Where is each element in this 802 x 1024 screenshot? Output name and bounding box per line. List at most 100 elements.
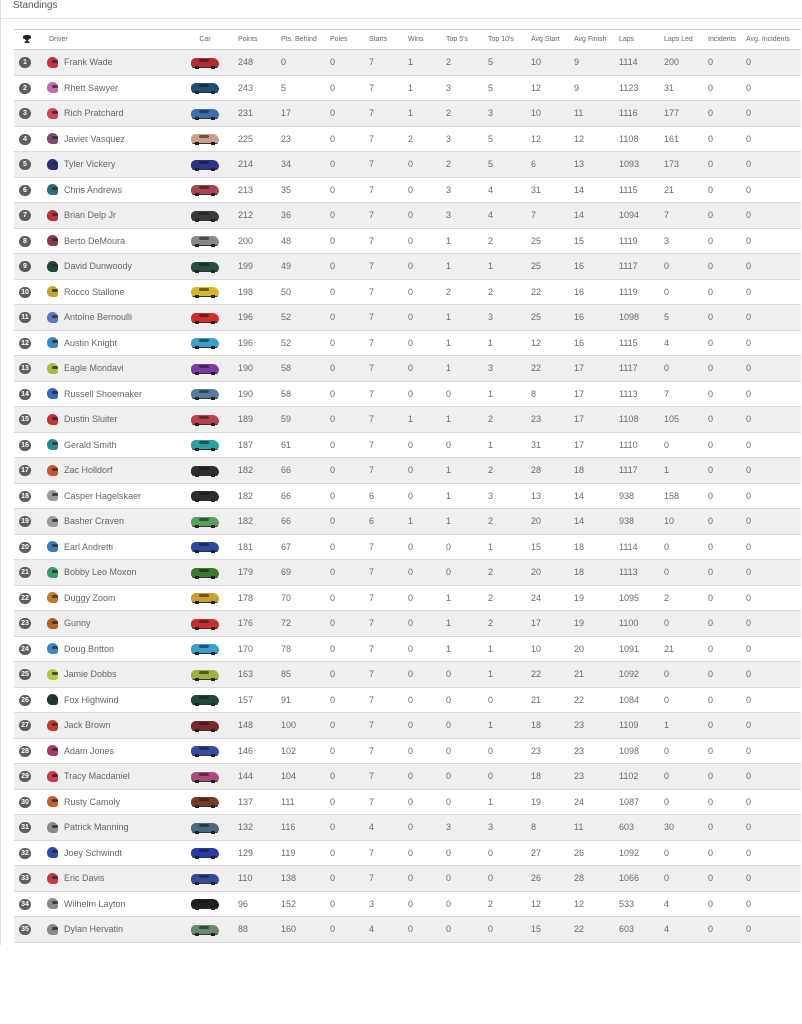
table-row[interactable]: 13 Eagle Mondavi 190 58 0 7 0 1 3 22 17 1117 0 0 0	[14, 355, 801, 381]
driver-name[interactable]: Adam Jones	[64, 746, 114, 756]
laps-led-cell: 10	[664, 516, 675, 527]
col-top5[interactable]: Top 5's	[446, 30, 488, 50]
col-avg-incidents[interactable]: Avg. Incidents	[746, 30, 801, 50]
col-starts[interactable]: Starts	[369, 30, 408, 50]
panel-header: Standings	[1, 0, 802, 19]
col-points[interactable]: Points	[238, 30, 281, 50]
table-row[interactable]: 35 Dylan Hervatin 88 160 0 4 0 0 0 15 22 603 4 0 0	[14, 916, 801, 942]
driver-name[interactable]: Dustin Sluiter	[64, 414, 118, 424]
driver-name[interactable]: Javier Vasquez	[64, 134, 125, 144]
table-row[interactable]: 24 Doug Britton 170 78 0 7 0 1 1 10 20 1091 21 0 0	[14, 636, 801, 662]
col-avg-start[interactable]: Avg Start	[531, 30, 574, 50]
driver-name[interactable]: Gunny	[64, 618, 91, 628]
laps-cell: 1098	[619, 312, 640, 323]
avg-incidents-cell: 0	[746, 541, 752, 552]
driver-name[interactable]: Rich Pratchard	[64, 108, 124, 118]
driver-name[interactable]: Tyler Vickery	[64, 159, 115, 169]
col-position[interactable]	[14, 30, 47, 50]
table-row[interactable]: 32 Joey Schwindt 129 119 0 7 0 0 0 27 26 1092 0 0 0	[14, 840, 801, 866]
incidents-cell: 0	[708, 133, 714, 144]
table-row[interactable]: 19 Basher Craven 182 66 0 6 1 1 2 20 14 938 10 0 0	[14, 508, 801, 534]
incidents-cell: 0	[708, 337, 714, 348]
col-laps[interactable]: Laps	[619, 30, 664, 50]
table-row[interactable]: 14 Russell Shoemaker 190 58 0 7 0 0 1 8 17 1113 7 0 0	[14, 381, 801, 407]
table-row[interactable]: 29 Tracy Macdaniel 144 104 0 7 0 0 0 18 23 1102 0 0 0	[14, 763, 801, 789]
driver-name[interactable]: Berto DeMoura	[64, 236, 125, 246]
col-laps-led[interactable]: Laps Led	[664, 30, 708, 50]
col-incidents[interactable]: Incidents	[708, 30, 746, 50]
table-row[interactable]: 5 Tyler Vickery 214 34 0 7 0 2 5 6 13 1093 173 0 0	[14, 151, 801, 177]
driver-name[interactable]: Basher Craven	[64, 516, 124, 526]
driver-name[interactable]: Russell Shoemaker	[64, 389, 142, 399]
driver-name[interactable]: Joey Schwindt	[64, 848, 122, 858]
driver-name[interactable]: Fox Highwind	[64, 695, 119, 705]
driver-cell: Rocco Stallone	[47, 279, 172, 305]
table-row[interactable]: 25 Jamie Dobbs 163 85 0 7 0 0 1 22 21 1092 0 0 0	[14, 661, 801, 687]
driver-name[interactable]: Chris Andrews	[64, 185, 122, 195]
table-row[interactable]: 21 Bobby Leo Moxon 179 69 0 7 0 0 2 20 18 1113 0 0 0	[14, 559, 801, 586]
col-top10[interactable]: Top 10's	[488, 30, 531, 50]
driver-cell: Bobby Leo Moxon	[47, 560, 172, 586]
table-row[interactable]: 18 Casper Hagelskaer 182 66 0 6 0 1 3 13 14 938 158 0…	[14, 483, 801, 509]
table-row[interactable]: 22 Duggy Zoom 178 70 0 7 0 1 2 24 19 1095 2 0 0	[14, 585, 801, 611]
driver-name[interactable]: Earl Andretti	[64, 542, 113, 552]
table-row[interactable]: 23 Gunny 176 72 0 7 0 1 2 17 19 1100 0 0 0	[14, 610, 801, 636]
driver-name[interactable]: Brian Delp Jr	[64, 210, 116, 220]
points-cell: 212	[238, 210, 254, 221]
driver-name[interactable]: Eric Davis	[64, 873, 105, 883]
table-row[interactable]: 4 Javier Vasquez 225 23 0 7 2 3 5 12 12 1108 161 0 0	[14, 126, 801, 152]
top5-cell: 3	[446, 822, 452, 833]
driver-name[interactable]: Eagle Mondavi	[64, 363, 124, 373]
driver-name[interactable]: Duggy Zoom	[64, 593, 116, 603]
driver-name[interactable]: Tracy Macdaniel	[64, 771, 130, 781]
table-row[interactable]: 30 Rusty Camoly 137 111 0 7 0 0 1 19 24 1087 0 0 0	[14, 789, 801, 815]
car-cell	[172, 585, 238, 611]
table-row[interactable]: 26 Fox Highwind 157 91 0 7 0 0 0 21 22 1084 0 0 0	[14, 687, 801, 713]
driver-name[interactable]: Gerald Smith	[64, 440, 117, 450]
table-row[interactable]: 2 Rhett Sawyer 243 5 0 7 1 3 5 12 9 1123 31 0 0	[14, 75, 801, 101]
laps-cell: 1110	[619, 439, 638, 450]
car-icon	[191, 57, 219, 69]
col-car[interactable]: Car	[172, 30, 238, 50]
table-row[interactable]: 11 Antoine Bernoulli 196 52 0 7 0 1 3 25 16 1098 5 0 0	[14, 304, 801, 330]
table-row[interactable]: 34 Wilhelm Layton 96 152 0 3 0 0 2 12 12 533 4 0 0	[14, 891, 801, 917]
driver-name[interactable]: Austin Knight	[64, 338, 117, 348]
driver-name[interactable]: Rhett Sawyer	[64, 83, 118, 93]
driver-name[interactable]: Bobby Leo Moxon	[64, 567, 137, 577]
driver-name[interactable]: Patrick Manning	[64, 822, 129, 832]
driver-name[interactable]: Wilhelm Layton	[64, 899, 126, 909]
col-pts-behind[interactable]: Pts. Behind	[281, 30, 330, 50]
table-row[interactable]: 8 Berto DeMoura 200 48 0 7 0 1 2 25 15 1119 3 0 0	[14, 228, 801, 254]
col-wins[interactable]: Wins	[408, 30, 446, 50]
driver-name[interactable]: Jack Brown	[64, 720, 111, 730]
driver-name[interactable]: Frank Wade	[64, 57, 113, 67]
driver-name[interactable]: Doug Britton	[64, 644, 114, 654]
table-row[interactable]: 27 Jack Brown 148 100 0 7 0 0 1 18 23 1109 1 0 0	[14, 712, 801, 738]
table-row[interactable]: 16 Gerald Smith 187 61 0 7 0 0 1 31 17 1110 0 0 0	[14, 432, 801, 458]
table-row[interactable]: 1 Frank Wade 248 0 0 7 1 2 5 10 9 1114 200 0 0	[14, 49, 801, 75]
driver-name[interactable]: Antoine Bernoulli	[64, 312, 132, 322]
driver-name[interactable]: Rocco Stallone	[64, 287, 125, 297]
table-row[interactable]: 9 David Dunwoody 199 49 0 7 0 1 1 25 16 1117 0 0 0	[14, 253, 801, 279]
table-row[interactable]: 17 Zac Holldorf 182 66 0 7 0 1 2 28 18 1117 1 0 0	[14, 457, 801, 483]
driver-name[interactable]: Zac Holldorf	[64, 465, 113, 475]
table-row[interactable]: 3 Rich Pratchard 231 17 0 7 1 2 3 10 11 1116 177 0 0	[14, 100, 801, 126]
table-row[interactable]: 10 Rocco Stallone 198 50 0 7 0 2 2 22 16 1119 0 0 0	[14, 279, 801, 305]
driver-name[interactable]: Jamie Dobbs	[64, 669, 117, 679]
table-row[interactable]: 28 Adam Jones 146 102 0 7 0 0 0 23 23 1098 0 0 0	[14, 738, 801, 764]
table-row[interactable]: 33 Eric Davis 110 138 0 7 0 0 0 26 28 1066 0 0 0	[14, 865, 801, 891]
driver-name[interactable]: Casper Hagelskaer	[64, 491, 141, 501]
table-row[interactable]: 6 Chris Andrews 213 35 0 7 0 3 4 31 14 1115 21 0 0	[14, 177, 801, 203]
table-row[interactable]: 20 Earl Andretti 181 67 0 7 0 0 1 15 18 1114 0 0 0	[14, 534, 801, 560]
wins-cell: 0	[408, 184, 414, 195]
driver-name[interactable]: David Dunwoody	[64, 261, 132, 271]
col-avg-finish[interactable]: Avg Finish	[574, 30, 619, 50]
col-poles[interactable]: Poles	[330, 30, 369, 50]
table-row[interactable]: 7 Brian Delp Jr 212 36 0 7 0 3 4 7 14 1094 7 0 0	[14, 202, 801, 228]
table-row[interactable]: 12 Austin Knight 196 52 0 7 0 1 1 12 16 1115 4 0 0	[14, 330, 801, 356]
table-row[interactable]: 15 Dustin Sluiter 189 59 0 7 1 1 2 23 17 1108 105 0 0	[14, 406, 801, 432]
driver-name[interactable]: Rusty Camoly	[64, 797, 120, 807]
driver-name[interactable]: Dylan Hervatin	[64, 924, 123, 934]
table-row[interactable]: 31 Patrick Manning 132 116 0 4 0 3 3 8 11 603 30 0 0	[14, 814, 801, 840]
col-driver[interactable]: Driver	[47, 30, 172, 50]
